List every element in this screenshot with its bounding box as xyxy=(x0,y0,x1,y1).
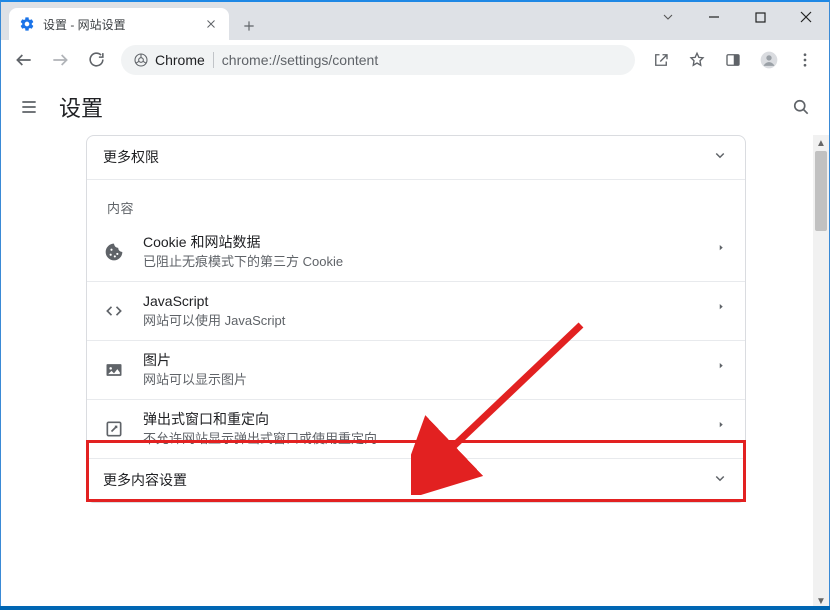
cookie-icon xyxy=(103,241,125,263)
chevron-right-icon xyxy=(719,420,729,439)
tab-title: 设置 - 网站设置 xyxy=(43,16,203,33)
omnibox-url: chrome://settings/content xyxy=(222,52,378,68)
omnibox-divider xyxy=(213,52,214,68)
settings-page: 设置 更多权限 内容 Cookie 和网站数据 已阻止无痕模式下的第三方 C xyxy=(1,79,829,609)
bookmark-star-icon[interactable] xyxy=(679,43,715,77)
row-images[interactable]: 图片 网站可以显示图片 xyxy=(87,341,745,399)
browser-tab[interactable]: 设置 - 网站设置 xyxy=(9,8,229,40)
chrome-chip: Chrome xyxy=(133,52,205,68)
toolbar-right-icons xyxy=(643,43,823,77)
chevron-down-icon xyxy=(711,469,729,492)
close-tab-button[interactable] xyxy=(203,16,219,32)
nav-back-button[interactable] xyxy=(7,43,41,77)
window-minimize-button[interactable] xyxy=(691,2,737,32)
nav-forward-button[interactable] xyxy=(43,43,77,77)
row-subtitle: 不允许网站显示弹出式窗口或使用重定向 xyxy=(143,431,377,448)
expander-label: 更多内容设置 xyxy=(103,471,187,489)
side-panel-icon[interactable] xyxy=(715,43,751,77)
hamburger-menu-button[interactable] xyxy=(17,95,41,119)
window-titlebar: 设置 - 网站设置 xyxy=(1,2,829,40)
window-maximize-button[interactable] xyxy=(737,2,783,32)
kebab-menu-icon[interactable] xyxy=(787,43,823,77)
nav-reload-button[interactable] xyxy=(79,43,113,77)
profile-avatar-icon[interactable] xyxy=(751,43,787,77)
os-taskbar-edge xyxy=(0,606,830,610)
browser-toolbar: Chrome chrome://settings/content xyxy=(1,40,829,80)
row-subtitle: 网站可以使用 JavaScript xyxy=(143,313,285,330)
chevron-right-icon xyxy=(719,243,729,262)
settings-header: 设置 xyxy=(1,79,829,135)
row-title: JavaScript xyxy=(143,292,285,310)
row-title: Cookie 和网站数据 xyxy=(143,233,343,251)
omnibox[interactable]: Chrome chrome://settings/content xyxy=(121,45,635,75)
row-javascript[interactable]: JavaScript 网站可以使用 JavaScript xyxy=(87,282,745,340)
chevron-down-icon xyxy=(711,146,729,169)
settings-card: 更多权限 内容 Cookie 和网站数据 已阻止无痕模式下的第三方 Cookie xyxy=(86,135,746,503)
search-button[interactable] xyxy=(789,95,813,119)
content-area: 更多权限 内容 Cookie 和网站数据 已阻止无痕模式下的第三方 Cookie xyxy=(1,135,829,609)
page-title: 设置 xyxy=(59,91,103,123)
expander-label: 更多权限 xyxy=(103,148,159,166)
row-subtitle: 网站可以显示图片 xyxy=(143,372,247,389)
code-icon xyxy=(103,300,125,322)
share-icon[interactable] xyxy=(643,43,679,77)
chevron-right-icon xyxy=(719,302,729,321)
window-close-button[interactable] xyxy=(783,2,829,32)
popup-icon xyxy=(103,418,125,440)
row-popups[interactable]: 弹出式窗口和重定向 不允许网站显示弹出式窗口或使用重定向 xyxy=(87,400,745,458)
row-subtitle: 已阻止无痕模式下的第三方 Cookie xyxy=(143,254,343,271)
chrome-chip-label: Chrome xyxy=(155,52,205,68)
expander-more-permissions[interactable]: 更多权限 xyxy=(87,136,745,179)
scroll-up-arrow-icon[interactable]: ▲ xyxy=(813,135,829,151)
vertical-scrollbar[interactable]: ▲ ▼ xyxy=(813,135,829,609)
row-title: 弹出式窗口和重定向 xyxy=(143,410,377,428)
scrollbar-thumb[interactable] xyxy=(815,151,827,231)
gear-icon xyxy=(19,16,35,32)
section-title-content: 内容 xyxy=(87,180,745,223)
row-cookies[interactable]: Cookie 和网站数据 已阻止无痕模式下的第三方 Cookie xyxy=(87,223,745,281)
window-controls xyxy=(645,2,829,32)
row-title: 图片 xyxy=(143,351,247,369)
new-tab-button[interactable] xyxy=(235,12,263,40)
chevron-right-icon xyxy=(719,361,729,380)
expander-more-content-settings[interactable]: 更多内容设置 xyxy=(87,459,745,502)
chevron-down-icon[interactable] xyxy=(645,2,691,32)
image-icon xyxy=(103,359,125,381)
